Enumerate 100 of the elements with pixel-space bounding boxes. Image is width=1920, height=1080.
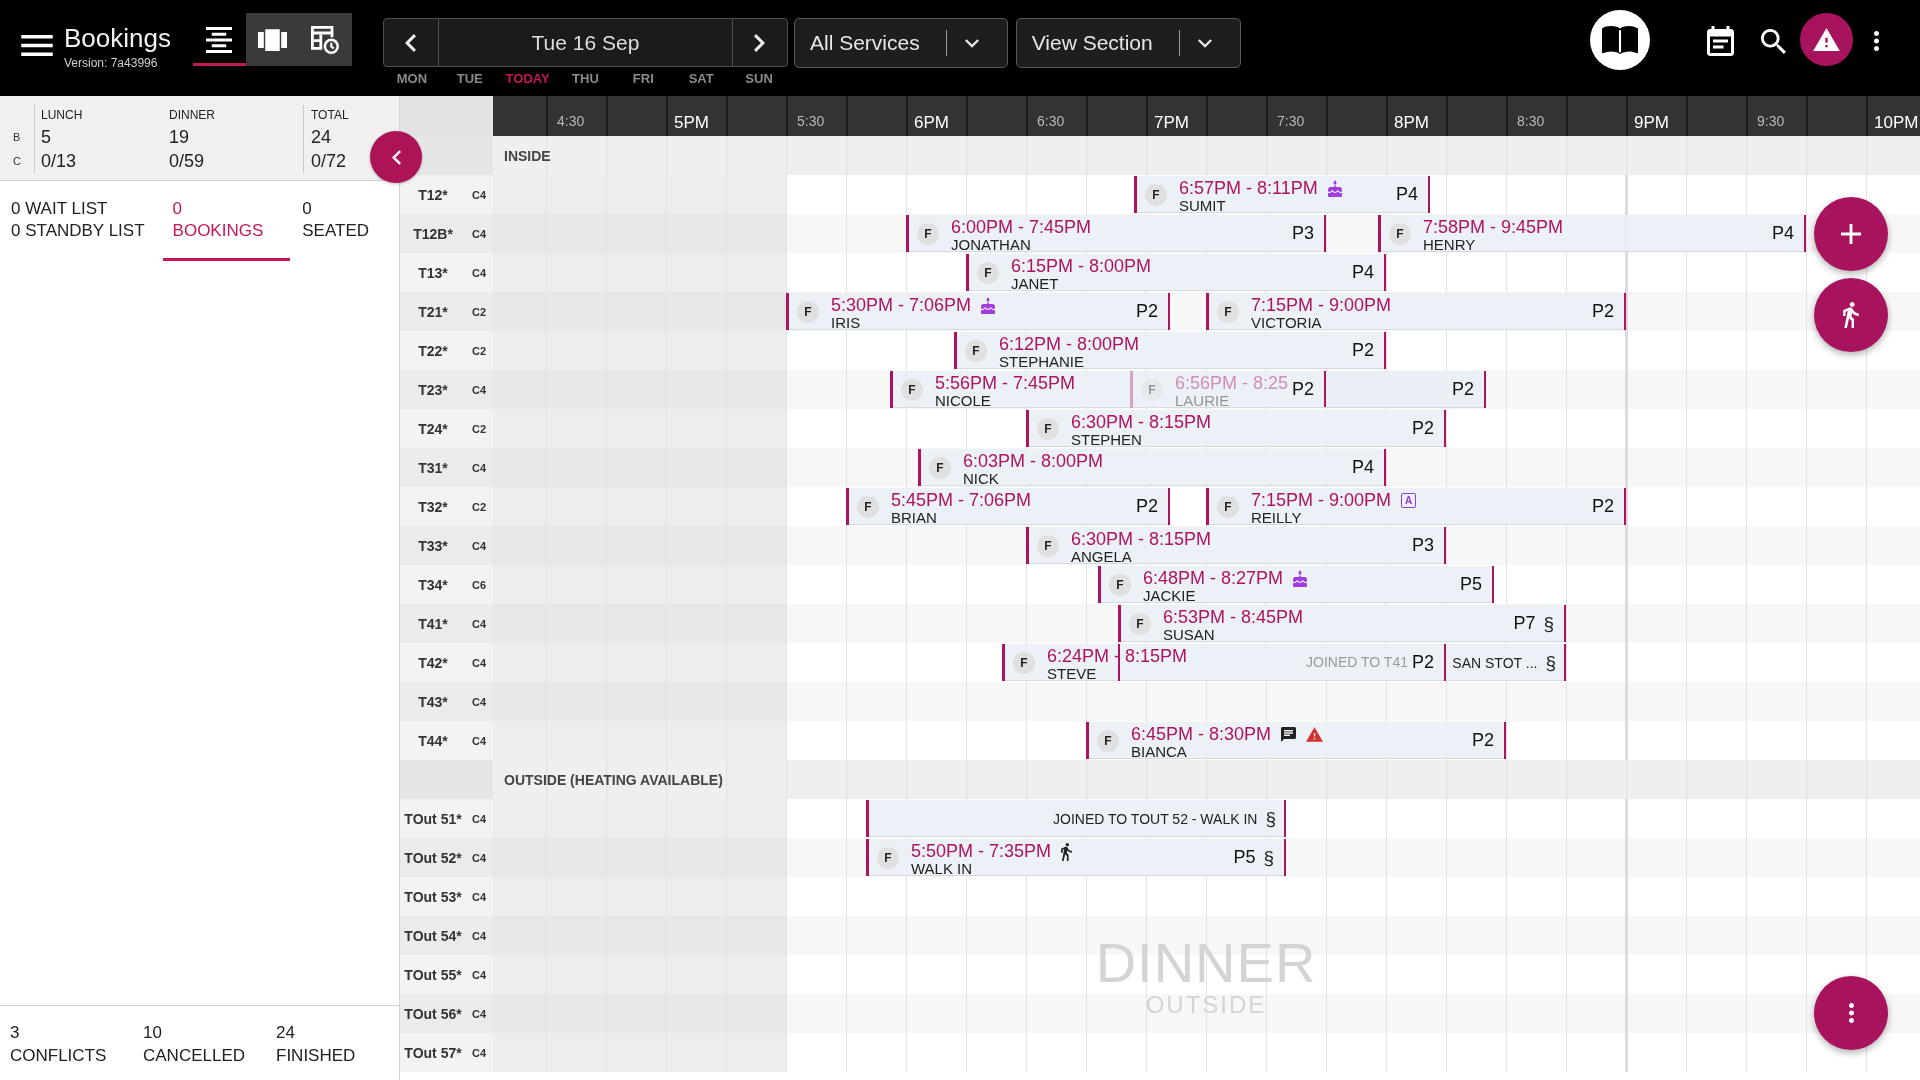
day-tab[interactable]: SAT bbox=[672, 70, 731, 87]
guest-name: JANET bbox=[1011, 276, 1060, 291]
table-name: TOut 56* bbox=[403, 1005, 463, 1022]
joined-label: SAN STOT ... bbox=[1452, 654, 1538, 671]
booking-time: 7:58PM - 9:45PM bbox=[1423, 218, 1564, 237]
table-capacity: C2 bbox=[472, 305, 487, 318]
day-tab[interactable]: SUN bbox=[730, 70, 788, 87]
day-tab[interactable]: FRI bbox=[614, 70, 673, 87]
chevron-right-icon bbox=[754, 33, 766, 52]
booking-bar[interactable]: F 7:15PM - 9:00PM VICTORIA P2 bbox=[1206, 293, 1626, 330]
booking-bar[interactable]: F 6:12PM - 8:00PM STEPHANIE P2 bbox=[954, 332, 1386, 369]
booking-bar[interactable]: F 6:30PM - 8:15PM STEPHEN P2 bbox=[1026, 410, 1446, 447]
list-tab[interactable]: 0 BOOKINGS bbox=[162, 181, 291, 261]
book-button[interactable] bbox=[1590, 10, 1650, 70]
table-name: TOut 52* bbox=[403, 849, 463, 866]
panels-icon bbox=[257, 28, 287, 51]
total-stat: 3 CONFLICTS bbox=[9, 1022, 108, 1067]
booking-time: 5:50PM - 7:35PM bbox=[911, 842, 1052, 861]
table-capacity: C4 bbox=[472, 812, 487, 825]
booking-bar[interactable]: F 6:53PM - 8:45PM SUSAN P7 § bbox=[1118, 605, 1566, 642]
day-tab[interactable]: TODAY bbox=[498, 70, 557, 87]
summary-value: 5 bbox=[41, 126, 51, 149]
booking-bar[interactable]: F 5:45PM - 7:06PM BRIAN P2 bbox=[846, 488, 1170, 525]
calendar-icon[interactable] bbox=[1707, 26, 1734, 56]
booking-bar[interactable]: F 7:58PM - 9:45PM HENRY P4 bbox=[1378, 215, 1806, 252]
joined-booking[interactable]: SAN STOT ... § bbox=[1446, 644, 1566, 681]
filter-dropdown[interactable]: View Section bbox=[1015, 18, 1241, 68]
joined-booking[interactable]: JOINED TO TOUT 52 - WALK IN § bbox=[866, 800, 1286, 837]
view-toggle[interactable] bbox=[245, 13, 299, 66]
booking-bar[interactable]: F 6:48PM - 8:27PM JACKIE P5 bbox=[1098, 566, 1494, 603]
list-tab[interactable]: 0 WAIT LIST 0 STANDBY LIST bbox=[0, 181, 163, 261]
section-title: OUTSIDE (HEATING AVAILABLE) bbox=[504, 771, 723, 788]
summary-value: 0/59 bbox=[169, 150, 205, 173]
list-tab[interactable]: 0 SEATED bbox=[290, 181, 399, 261]
search-icon[interactable] bbox=[1761, 29, 1786, 54]
booking-time: 6:30PM - 8:15PM bbox=[1071, 530, 1212, 549]
chevron-left-icon bbox=[405, 33, 417, 52]
booking-bar[interactable]: F 6:45PM - 8:30PM BIANCA P2 bbox=[1086, 722, 1506, 759]
party-size: P2 bbox=[1451, 379, 1474, 400]
status-badge: F bbox=[1145, 183, 1167, 206]
status-badge: F bbox=[797, 300, 819, 323]
row-label: C bbox=[13, 154, 21, 169]
table-name: T42* bbox=[417, 654, 449, 671]
table-name: T34* bbox=[417, 576, 449, 593]
day-tab[interactable]: MON bbox=[382, 70, 441, 87]
party-size: P2 bbox=[1291, 379, 1314, 400]
booking-bar[interactable]: F 6:15PM - 8:00PM JANET P4 bbox=[966, 254, 1386, 291]
table-capacity: C4 bbox=[472, 656, 487, 669]
booking-time: 6:24PM - 8:15PM bbox=[1047, 647, 1188, 666]
status-badge: F bbox=[1097, 729, 1119, 752]
lines-icon bbox=[206, 26, 233, 53]
table-name: TOut 51* bbox=[403, 810, 463, 827]
booking-bar[interactable]: F 6:00PM - 7:45PM JONATHAN P3 bbox=[906, 215, 1326, 252]
filter-dropdown[interactable]: All Services bbox=[793, 18, 1008, 68]
day-tab[interactable]: THU bbox=[556, 70, 615, 87]
version-label: Version: 7a43996 bbox=[64, 57, 158, 70]
cake-icon bbox=[1293, 570, 1308, 587]
table-name: T12B* bbox=[412, 225, 454, 242]
link-mark: § bbox=[1263, 846, 1274, 869]
walking-icon bbox=[1843, 302, 1859, 328]
table-name: T31* bbox=[417, 459, 449, 476]
booking-time: 5:56PM - 7:45PM bbox=[935, 374, 1076, 393]
status-badge: F bbox=[965, 339, 987, 362]
table-name: T44* bbox=[417, 732, 449, 749]
table-name: T12* bbox=[417, 186, 449, 203]
booking-bar[interactable]: F 6:03PM - 8:00PM NICK P4 bbox=[918, 449, 1386, 486]
time-label: 6:30 bbox=[1037, 114, 1065, 128]
day-tab[interactable]: TUE bbox=[440, 70, 499, 87]
guest-name: SUSAN bbox=[1163, 627, 1216, 642]
guest-name: REILLY bbox=[1251, 510, 1303, 525]
table-capacity: C4 bbox=[472, 617, 487, 630]
summary-heading: DINNER bbox=[169, 108, 215, 122]
booking-bar[interactable]: F 7:15PM - 9:00PM A REILLY P2 bbox=[1206, 488, 1626, 525]
booking-time: 6:48PM - 8:27PM bbox=[1143, 569, 1284, 588]
guest-name: SUMIT bbox=[1179, 198, 1227, 213]
summary-heading: TOTAL bbox=[311, 108, 349, 122]
chevron-down-icon bbox=[964, 38, 979, 48]
booking-time: 5:30PM - 7:06PM bbox=[831, 296, 972, 315]
table-name: TOut 54* bbox=[403, 927, 463, 944]
party-size: P3 bbox=[1411, 535, 1434, 556]
booking-bar[interactable]: F 5:50PM - 7:35PM WALK IN P5 § bbox=[866, 839, 1286, 876]
book-icon bbox=[1602, 26, 1638, 54]
date-button[interactable]: Tue 16 Sep bbox=[438, 19, 732, 66]
more-icon[interactable] bbox=[1874, 31, 1879, 51]
booking-bar[interactable]: F 5:30PM - 7:06PM IRIS P2 bbox=[786, 293, 1170, 330]
table-capacity: C4 bbox=[472, 929, 487, 942]
joined-label: JOINED TO TOUT 52 - WALK IN bbox=[1053, 810, 1258, 827]
table-capacity: C4 bbox=[472, 851, 487, 864]
row-label: B bbox=[13, 130, 21, 145]
view-toggle[interactable] bbox=[298, 13, 352, 66]
booking-bar[interactable]: F 6:30PM - 8:15PM ANGELA P3 bbox=[1026, 527, 1446, 564]
total-stat: 10 CANCELLED bbox=[142, 1022, 247, 1067]
table-name: T21* bbox=[417, 303, 449, 320]
menu-icon[interactable] bbox=[21, 35, 53, 56]
status-badge: F bbox=[877, 846, 899, 869]
booking-bar[interactable]: F 6:57PM - 8:11PM SUMIT P4 bbox=[1134, 176, 1430, 213]
status-badge: F bbox=[1389, 222, 1411, 245]
table-capacity: C4 bbox=[472, 227, 487, 240]
warning-button[interactable] bbox=[1800, 13, 1853, 66]
status-badge: F bbox=[1217, 495, 1239, 518]
